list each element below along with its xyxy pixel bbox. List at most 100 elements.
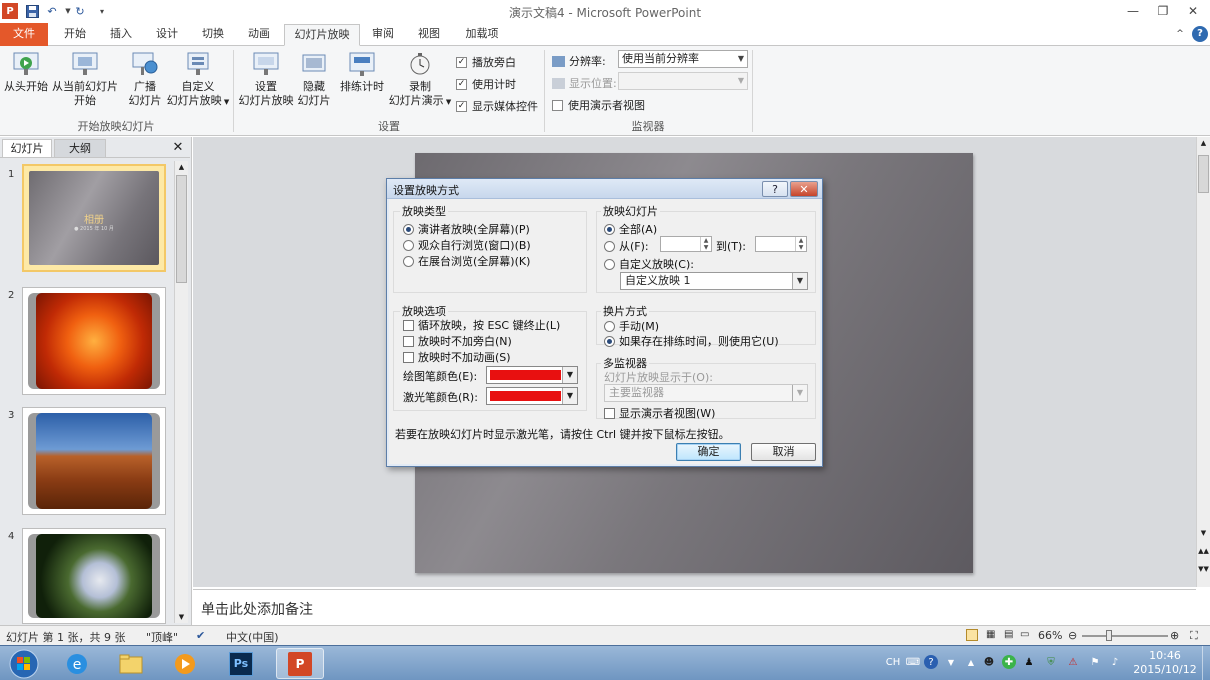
scroll-down-icon[interactable]: ▼ xyxy=(1197,529,1210,541)
keyboard-icon[interactable]: ⌨ xyxy=(906,655,920,669)
broadcast-slideshow-button[interactable]: 广播 幻灯片 xyxy=(124,50,166,108)
tab-addins[interactable]: 加载项 xyxy=(456,24,508,46)
start-button[interactable] xyxy=(4,648,44,679)
show-desktop-button[interactable] xyxy=(1202,646,1210,680)
zoom-slider-thumb[interactable] xyxy=(1106,630,1112,641)
previous-slide-icon[interactable]: ▲▲ xyxy=(1197,547,1210,561)
pen-color-picker[interactable]: ▼ xyxy=(486,366,578,384)
from-slide-radio[interactable]: 从(F): xyxy=(604,238,649,254)
ok-button[interactable]: 确定 xyxy=(676,443,741,461)
from-current-slide-button[interactable]: 从当前幻灯片 开始 xyxy=(52,50,118,108)
tab-transitions[interactable]: 切换 xyxy=(192,24,234,46)
user-icon[interactable]: ☻ xyxy=(982,655,996,669)
close-icon[interactable]: ✕ xyxy=(1182,2,1204,20)
from-slide-spinner[interactable]: ▲ ▼ xyxy=(660,236,712,252)
network-warning-icon[interactable]: ⚠ xyxy=(1066,655,1080,669)
laser-color-picker[interactable]: ▼ xyxy=(486,387,578,405)
slide-thumbnail-3[interactable] xyxy=(22,407,166,515)
kiosk-fullscreen-radio[interactable]: 在展台浏览(全屏幕)(K) xyxy=(403,253,530,269)
scroll-thumb[interactable] xyxy=(1198,155,1209,193)
minimize-icon[interactable]: — xyxy=(1122,2,1144,20)
action-center-icon[interactable]: ⚑ xyxy=(1088,655,1102,669)
next-slide-icon[interactable]: ▼▼ xyxy=(1197,565,1210,579)
help-tray-icon[interactable]: ? xyxy=(924,655,938,669)
ime-indicator[interactable]: CH xyxy=(884,655,902,669)
reading-view-icon[interactable]: ▤ xyxy=(1004,629,1013,640)
tab-outline-pane[interactable]: 大纲 xyxy=(54,139,106,157)
play-narrations-checkbox[interactable]: ✓ 播放旁白 xyxy=(456,54,516,70)
language-status[interactable]: 中文(中国) xyxy=(226,629,279,645)
collapse-ribbon-icon[interactable]: ^ xyxy=(1172,24,1188,46)
slideshow-view-icon[interactable]: ▭ xyxy=(1020,629,1029,640)
qq-icon[interactable]: ♟ xyxy=(1022,655,1036,669)
show-presenter-view-checkbox[interactable]: 显示演示者视图(W) xyxy=(604,405,715,421)
media-player-icon[interactable] xyxy=(166,648,204,679)
system-clock[interactable]: 10:46 2015/10/12 xyxy=(1130,649,1200,677)
normal-view-icon[interactable] xyxy=(966,629,978,641)
zoom-level[interactable]: 66% xyxy=(1038,629,1062,642)
internet-explorer-icon[interactable]: e xyxy=(58,648,96,679)
scroll-up-icon[interactable]: ▲ xyxy=(1197,139,1210,151)
slide-thumbnail-2[interactable] xyxy=(22,287,166,395)
to-slide-spinner[interactable]: ▲ ▼ xyxy=(755,236,807,252)
tab-slides-pane[interactable]: 幻灯片 xyxy=(2,139,52,157)
help-icon[interactable]: ? xyxy=(1192,26,1208,42)
from-beginning-button[interactable]: 从头开始 xyxy=(2,50,50,94)
all-slides-radio[interactable]: 全部(A) xyxy=(604,221,657,237)
show-media-controls-checkbox[interactable]: ✓ 显示媒体控件 xyxy=(456,98,538,114)
tab-home[interactable]: 开始 xyxy=(54,24,96,46)
slide-thumbnail-4[interactable] xyxy=(22,528,166,624)
record-slideshow-button[interactable]: 录制 幻灯片演示 ▼ xyxy=(388,50,452,109)
zoom-out-icon[interactable]: ⊖ xyxy=(1068,629,1077,642)
tab-file[interactable]: 文件 xyxy=(0,23,48,46)
use-timings-checkbox[interactable]: ✓ 使用计时 xyxy=(456,76,516,92)
slide-thumbnail-1[interactable]: 相册 ● 2015 年 10 月 xyxy=(22,164,166,272)
volume-icon[interactable]: ♪ xyxy=(1108,655,1122,669)
tab-design[interactable]: 设计 xyxy=(146,24,188,46)
spell-check-icon[interactable]: ✔ xyxy=(196,629,205,642)
manual-advance-radio[interactable]: 手动(M) xyxy=(604,318,659,334)
presenter-fullscreen-radio[interactable]: 演讲者放映(全屏幕)(P) xyxy=(403,221,530,237)
tab-animations[interactable]: 动画 xyxy=(238,24,280,46)
show-hidden-icons-icon[interactable]: ▲ xyxy=(964,655,978,669)
close-pane-icon[interactable]: ✕ xyxy=(170,139,186,157)
show-on-select[interactable]: ▼ xyxy=(618,72,748,90)
dialog-help-button[interactable]: ? xyxy=(762,181,788,197)
set-up-slideshow-button[interactable]: 设置 幻灯片放映 xyxy=(236,50,296,108)
security-app-icon[interactable]: ✚ xyxy=(1002,655,1016,669)
monitor-select[interactable]: 主要监视器 ▼ xyxy=(604,384,808,402)
tab-slide-show[interactable]: 幻灯片放映 xyxy=(284,24,360,46)
browsed-window-radio[interactable]: 观众自行浏览(窗口)(B) xyxy=(403,237,531,253)
shield-icon[interactable]: ⛨ xyxy=(1044,655,1058,669)
dialog-close-button[interactable]: ✕ xyxy=(790,181,818,197)
zoom-in-icon[interactable]: ⊕ xyxy=(1170,629,1179,642)
scroll-down-icon[interactable]: ▼ xyxy=(175,611,188,623)
powerpoint-taskbar-icon[interactable]: P xyxy=(276,648,324,679)
tab-review[interactable]: 审阅 xyxy=(362,24,404,46)
resolution-select[interactable]: 使用当前分辨率 ▼ xyxy=(618,50,748,68)
rehearse-timings-button[interactable]: 排练计时 xyxy=(338,50,386,94)
photoshop-icon[interactable]: Ps xyxy=(222,648,260,679)
zoom-slider[interactable] xyxy=(1082,635,1168,637)
use-presenter-view-checkbox[interactable]: 使用演示者视图 xyxy=(552,97,645,113)
scroll-thumb[interactable] xyxy=(176,175,187,283)
fit-to-window-icon[interactable]: ⛶ xyxy=(1190,629,1198,643)
editor-scrollbar[interactable]: ▲ ▼ ▲▲ ▼▼ xyxy=(1196,137,1210,587)
no-animation-checkbox[interactable]: 放映时不加动画(S) xyxy=(403,349,511,365)
use-timings-radio[interactable]: 如果存在排练时间，则使用它(U) xyxy=(604,333,779,349)
scroll-up-icon[interactable]: ▲ xyxy=(175,161,188,173)
custom-slideshow-button[interactable]: 自定义 幻灯片放映 ▼ xyxy=(166,50,230,109)
cancel-button[interactable]: 取消 xyxy=(751,443,816,461)
no-narration-checkbox[interactable]: 放映时不加旁白(N) xyxy=(403,333,512,349)
restore-icon[interactable]: ❐ xyxy=(1152,2,1174,20)
slide-sorter-icon[interactable]: ▦ xyxy=(986,629,995,640)
tab-view[interactable]: 视图 xyxy=(408,24,450,46)
tab-insert[interactable]: 插入 xyxy=(100,24,142,46)
custom-show-radio[interactable]: 自定义放映(C): xyxy=(604,256,694,272)
notes-pane[interactable]: 单击此处添加备注 xyxy=(193,589,1196,625)
hide-slide-button[interactable]: 隐藏 幻灯片 xyxy=(296,50,332,108)
file-explorer-icon[interactable] xyxy=(112,648,150,679)
tray-options-icon[interactable]: ▼ xyxy=(944,655,958,669)
loop-checkbox[interactable]: 循环放映，按 ESC 键终止(L) xyxy=(403,317,560,333)
slides-pane-scrollbar[interactable]: ▲ ▼ xyxy=(174,161,188,623)
